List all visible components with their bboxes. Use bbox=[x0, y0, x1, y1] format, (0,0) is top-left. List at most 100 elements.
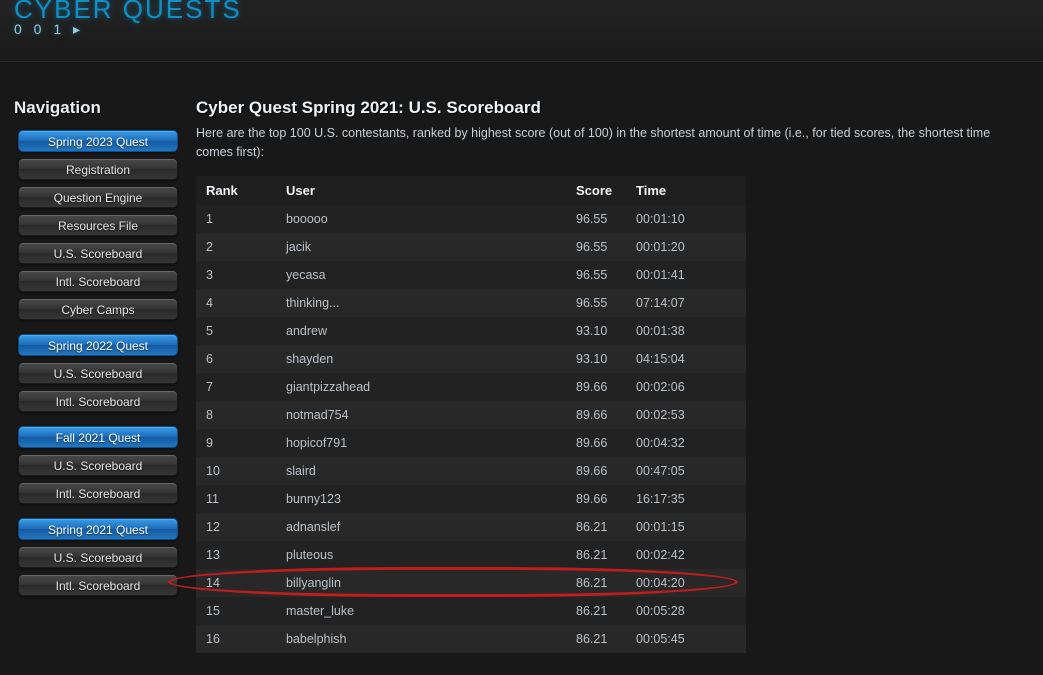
cell-score: 93.10 bbox=[566, 345, 626, 373]
col-header-rank: Rank bbox=[196, 176, 276, 205]
nav-item[interactable]: Cyber Camps bbox=[18, 298, 178, 320]
table-row: 8notmad75489.6600:02:53 bbox=[196, 401, 746, 429]
nav-group: Fall 2021 Quest U.S. Scoreboard Intl. Scor… bbox=[14, 426, 182, 504]
table-row: 14billyanglin86.2100:04:20 bbox=[196, 569, 746, 597]
table-row: 4thinking...96.5507:14:07 bbox=[196, 289, 746, 317]
cell-score: 96.55 bbox=[566, 205, 626, 233]
table-row: 3yecasa96.5500:01:41 bbox=[196, 261, 746, 289]
cell-time: 00:01:20 bbox=[626, 233, 746, 261]
col-header-score: Score bbox=[566, 176, 626, 205]
col-header-user: User bbox=[276, 176, 566, 205]
table-row: 10slaird89.6600:47:05 bbox=[196, 457, 746, 485]
nav-title: Navigation bbox=[14, 98, 182, 118]
cell-user: hopicof791 bbox=[276, 429, 566, 457]
cell-score: 89.66 bbox=[566, 457, 626, 485]
cell-time: 00:04:32 bbox=[626, 429, 746, 457]
cell-rank: 6 bbox=[196, 345, 276, 373]
table-row: 12adnanslef86.2100:01:15 bbox=[196, 513, 746, 541]
cell-time: 04:15:04 bbox=[626, 345, 746, 373]
table-row: 11bunny12389.6616:17:35 bbox=[196, 485, 746, 513]
cell-score: 96.55 bbox=[566, 233, 626, 261]
sidebar: Navigation Spring 2023 Quest Registration… bbox=[0, 62, 196, 610]
cell-time: 00:01:41 bbox=[626, 261, 746, 289]
cell-score: 86.21 bbox=[566, 541, 626, 569]
cell-time: 00:02:06 bbox=[626, 373, 746, 401]
cell-user: bunny123 bbox=[276, 485, 566, 513]
scoreboard-table: Rank User Score Time 1booooo96.5500:01:1… bbox=[196, 176, 746, 653]
cell-time: 00:01:38 bbox=[626, 317, 746, 345]
nav-item[interactable]: U.S. Scoreboard bbox=[18, 454, 178, 476]
cell-score: 86.21 bbox=[566, 625, 626, 653]
cell-rank: 15 bbox=[196, 597, 276, 625]
cell-score: 86.21 bbox=[566, 597, 626, 625]
cell-time: 00:05:28 bbox=[626, 597, 746, 625]
table-row: 13pluteous86.2100:02:42 bbox=[196, 541, 746, 569]
cell-time: 00:47:05 bbox=[626, 457, 746, 485]
cell-time: 00:05:45 bbox=[626, 625, 746, 653]
cell-user: yecasa bbox=[276, 261, 566, 289]
cell-user: andrew bbox=[276, 317, 566, 345]
table-row: 6shayden93.1004:15:04 bbox=[196, 345, 746, 373]
nav-item[interactable]: Question Engine bbox=[18, 186, 178, 208]
cell-rank: 9 bbox=[196, 429, 276, 457]
cell-score: 89.66 bbox=[566, 485, 626, 513]
cell-user: adnanslef bbox=[276, 513, 566, 541]
cell-rank: 3 bbox=[196, 261, 276, 289]
nav-item[interactable]: Intl. Scoreboard bbox=[18, 270, 178, 292]
nav-item[interactable]: U.S. Scoreboard bbox=[18, 242, 178, 264]
scoreboard-wrapper: Rank User Score Time 1booooo96.5500:01:1… bbox=[196, 176, 1033, 653]
cell-user: notmad754 bbox=[276, 401, 566, 429]
cell-rank: 5 bbox=[196, 317, 276, 345]
page-intro: Here are the top 100 U.S. contestants, r… bbox=[196, 124, 1016, 162]
cell-time: 00:02:53 bbox=[626, 401, 746, 429]
table-header-row: Rank User Score Time bbox=[196, 176, 746, 205]
nav-group-header[interactable]: Spring 2023 Quest bbox=[18, 130, 178, 152]
cell-time: 00:04:20 bbox=[626, 569, 746, 597]
cell-rank: 11 bbox=[196, 485, 276, 513]
nav-group-header[interactable]: Spring 2022 Quest bbox=[18, 334, 178, 356]
main-content: Cyber Quest Spring 2021: U.S. Scoreboard… bbox=[196, 62, 1043, 653]
cell-time: 00:01:15 bbox=[626, 513, 746, 541]
cell-score: 96.55 bbox=[566, 289, 626, 317]
cell-rank: 16 bbox=[196, 625, 276, 653]
nav-group-header[interactable]: Spring 2021 Quest bbox=[18, 518, 178, 540]
cell-score: 89.66 bbox=[566, 429, 626, 457]
cell-score: 93.10 bbox=[566, 317, 626, 345]
table-row: 16babelphish86.2100:05:45 bbox=[196, 625, 746, 653]
cell-user: booooo bbox=[276, 205, 566, 233]
cell-time: 07:14:07 bbox=[626, 289, 746, 317]
cell-time: 00:02:42 bbox=[626, 541, 746, 569]
cell-score: 89.66 bbox=[566, 373, 626, 401]
cell-user: jacik bbox=[276, 233, 566, 261]
table-row: 1booooo96.5500:01:10 bbox=[196, 205, 746, 233]
page-title: Cyber Quest Spring 2021: U.S. Scoreboard bbox=[196, 98, 1033, 118]
nav-item[interactable]: Intl. Scoreboard bbox=[18, 574, 178, 596]
table-row: 5andrew93.1000:01:38 bbox=[196, 317, 746, 345]
table-row: 2jacik96.5500:01:20 bbox=[196, 233, 746, 261]
nav-group-header[interactable]: Fall 2021 Quest bbox=[18, 426, 178, 448]
cell-rank: 12 bbox=[196, 513, 276, 541]
nav-item[interactable]: Intl. Scoreboard bbox=[18, 482, 178, 504]
cell-rank: 8 bbox=[196, 401, 276, 429]
cell-rank: 4 bbox=[196, 289, 276, 317]
cell-score: 89.66 bbox=[566, 401, 626, 429]
cell-rank: 13 bbox=[196, 541, 276, 569]
cell-user: shayden bbox=[276, 345, 566, 373]
site-header: CYBER QUESTS 0 0 1 ▸ bbox=[0, 0, 1043, 62]
nav-item[interactable]: Registration bbox=[18, 158, 178, 180]
cell-rank: 14 bbox=[196, 569, 276, 597]
nav-item[interactable]: Resources File bbox=[18, 214, 178, 236]
table-row: 7giantpizzahead89.6600:02:06 bbox=[196, 373, 746, 401]
table-row: 9hopicof79189.6600:04:32 bbox=[196, 429, 746, 457]
cell-score: 86.21 bbox=[566, 569, 626, 597]
nav-item[interactable]: U.S. Scoreboard bbox=[18, 546, 178, 568]
nav-item[interactable]: Intl. Scoreboard bbox=[18, 390, 178, 412]
cell-user: billyanglin bbox=[276, 569, 566, 597]
cell-user: master_luke bbox=[276, 597, 566, 625]
cell-rank: 10 bbox=[196, 457, 276, 485]
nav-item[interactable]: U.S. Scoreboard bbox=[18, 362, 178, 384]
nav-group: Spring 2021 Quest U.S. Scoreboard Intl. Sc… bbox=[14, 518, 182, 596]
cell-score: 86.21 bbox=[566, 513, 626, 541]
cell-rank: 7 bbox=[196, 373, 276, 401]
col-header-time: Time bbox=[626, 176, 746, 205]
